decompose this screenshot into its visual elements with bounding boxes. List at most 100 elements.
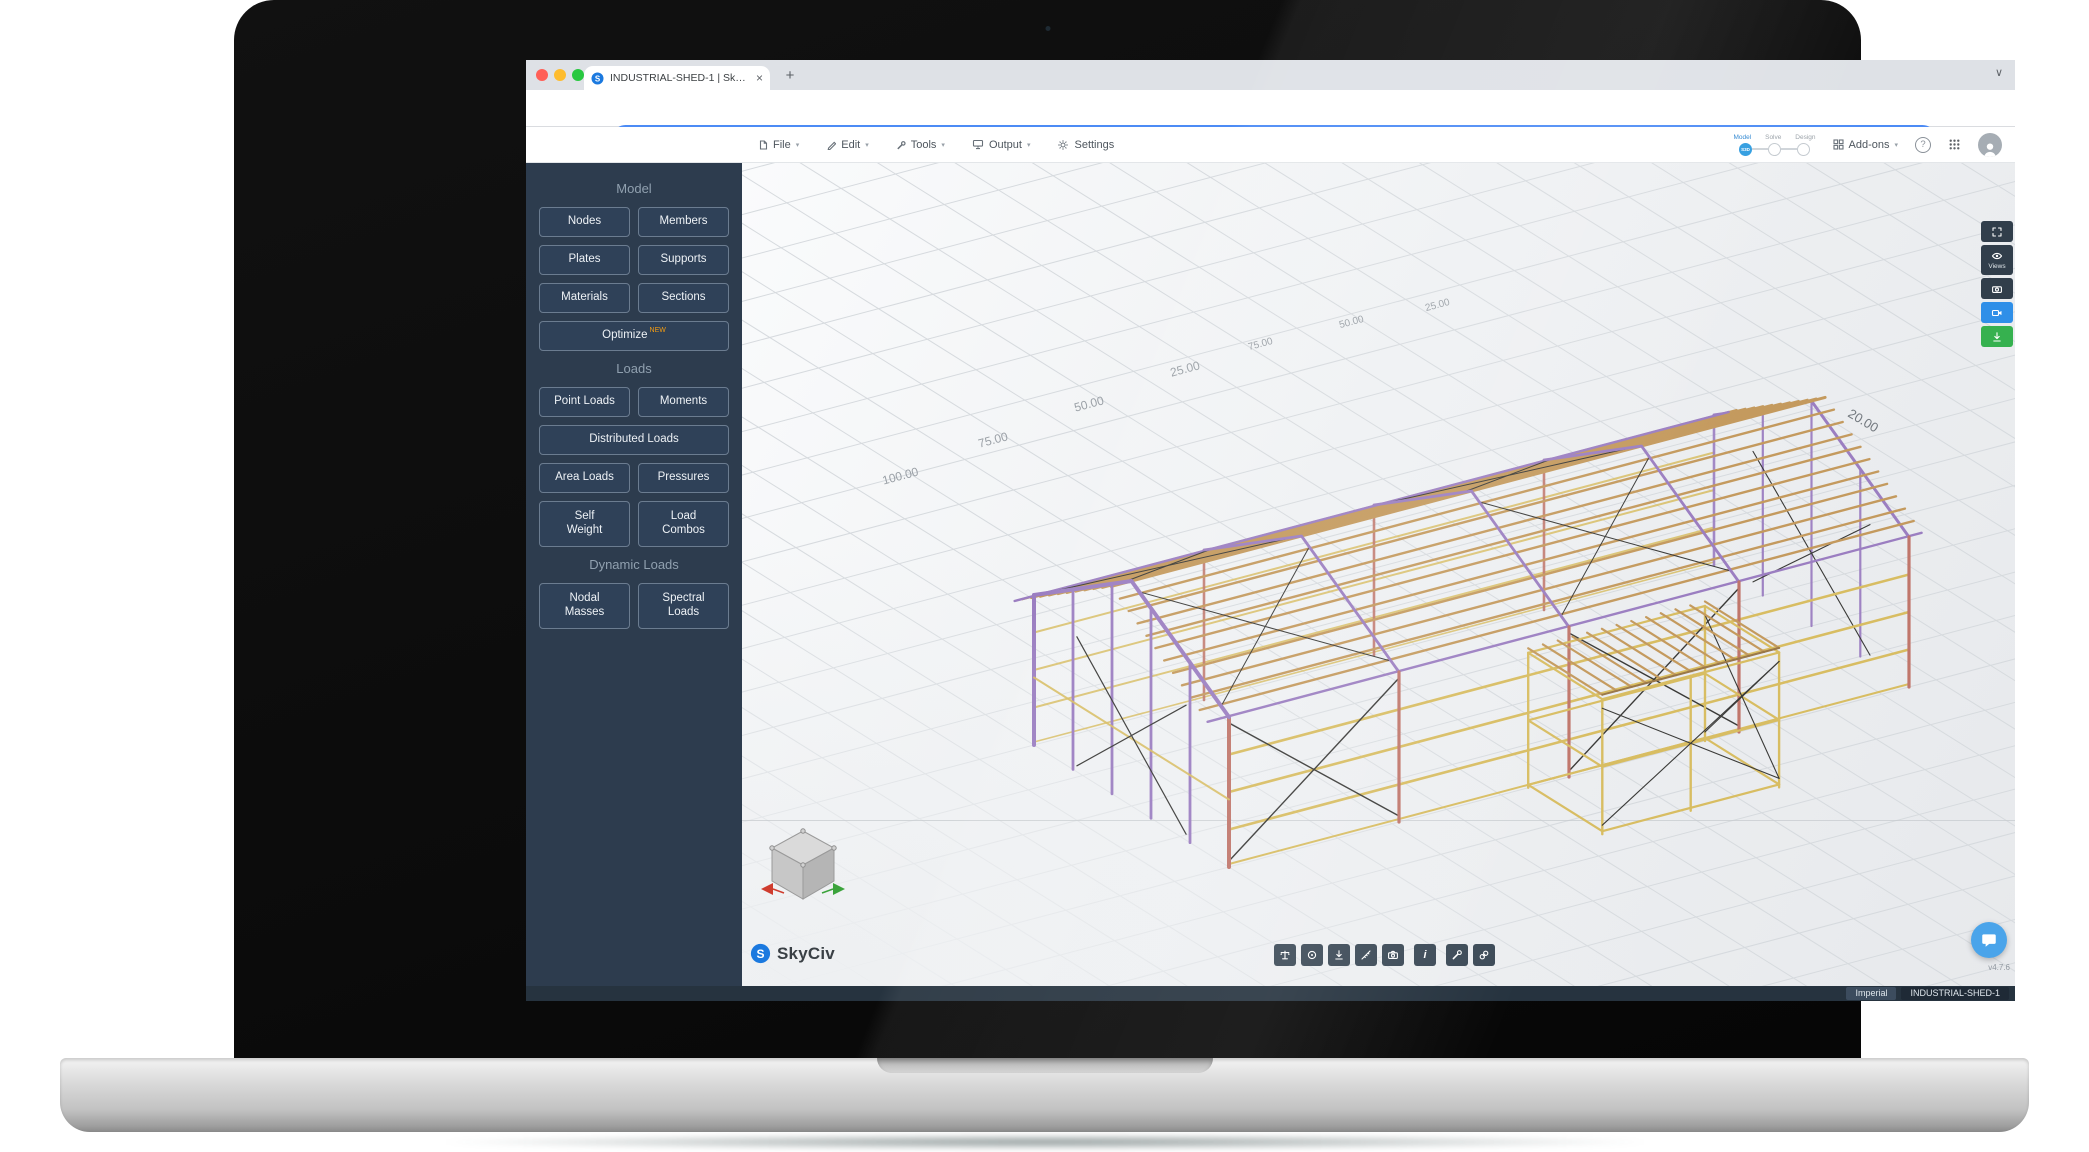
addons-menu[interactable]: Add-ons ▾	[1833, 139, 1899, 151]
chat-support-button[interactable]	[1971, 922, 2007, 958]
repair-tool-button[interactable]	[1446, 944, 1468, 966]
loads-buttons-grid: Point Loads Moments Distributed Loads Ar…	[526, 387, 742, 547]
chevron-down-icon: ▾	[1894, 141, 1898, 149]
info-button[interactable]: i	[1414, 944, 1436, 966]
person-icon	[1981, 141, 1999, 157]
window-close-button[interactable]	[536, 69, 548, 81]
sidebar-section-title-model: Model	[526, 181, 742, 196]
sidebar-button-spectral-loads[interactable]: Spectral Loads	[638, 583, 729, 629]
app-version: v4.7.6	[1988, 963, 2010, 972]
views-label: Views	[1988, 263, 2005, 270]
skyciv-favicon: S	[591, 72, 604, 85]
stepper-connector	[1752, 148, 1768, 150]
chevron-down-icon: ▾	[941, 141, 945, 149]
download-button[interactable]	[1328, 944, 1350, 966]
apps-grid-icon	[1948, 138, 1961, 151]
stepper-step-model[interactable]: S3D	[1739, 143, 1752, 156]
sidebar-button-optimize[interactable]: Optimize NEW	[539, 321, 729, 351]
chat-bubble-icon	[1980, 932, 1998, 948]
user-avatar[interactable]	[1978, 133, 2002, 157]
dynamic-buttons-grid: Nodal Masses Spectral Loads	[526, 583, 742, 629]
ruler-button[interactable]	[1355, 944, 1377, 966]
stepper-label-model: Model	[1734, 134, 1752, 141]
stepper-step-design[interactable]	[1797, 143, 1810, 156]
sidebar-button-area-loads[interactable]: Area Loads	[539, 463, 630, 493]
menu-edit-label: Edit	[841, 139, 860, 151]
view-cube[interactable]	[758, 823, 848, 907]
app-menubar: File ▾ Edit ▾ Tools ▾	[526, 127, 2015, 163]
addons-label: Add-ons	[1849, 139, 1890, 151]
sidebar-button-supports[interactable]: Supports	[638, 245, 729, 275]
menu-settings[interactable]: Settings	[1057, 139, 1114, 151]
laptop-shadow	[430, 1134, 1660, 1150]
skyciv-logo-icon: S	[750, 943, 771, 964]
menu-settings-label: Settings	[1074, 139, 1114, 151]
svg-text:S: S	[595, 74, 601, 83]
viewport-3d[interactable]: 100.00 75.00 50.00 25.00 75.00 50.00 25.…	[742, 163, 2015, 986]
load-scale-button[interactable]	[1274, 944, 1296, 966]
units-badge[interactable]: Imperial	[1846, 987, 1896, 1000]
stepper-label-solve: Solve	[1765, 134, 1781, 141]
menu-edit[interactable]: Edit ▾	[826, 139, 868, 151]
tab-search-button[interactable]: ∨	[1995, 66, 2003, 79]
sidebar-button-nodal-masses[interactable]: Nodal Masses	[539, 583, 630, 629]
menu-tools-label: Tools	[911, 139, 937, 151]
sidebar-button-sections[interactable]: Sections	[638, 283, 729, 313]
orbit-button[interactable]	[1301, 944, 1323, 966]
webcam-dot	[1045, 26, 1050, 31]
structure-model[interactable]	[742, 163, 2015, 986]
menu-file-label: File	[773, 139, 791, 151]
stepper-connector	[1781, 148, 1797, 150]
sidebar-button-distributed-loads[interactable]: Distributed Loads	[539, 425, 729, 455]
browser-toolbar: ← → ↻ platform.skyciv.com /structural?pr…	[526, 90, 2015, 127]
sidebar-button-members[interactable]: Members	[638, 207, 729, 237]
chevron-down-icon: ▾	[796, 141, 800, 149]
browser-tabstrip: S INDUSTRIAL-SHED-1 | SkyCiv × + ∨	[526, 60, 2015, 90]
sidebar-section-title-dynamic-loads: Dynamic Loads	[526, 557, 742, 572]
window-zoom-button[interactable]	[572, 69, 584, 81]
grid-icon	[1833, 139, 1844, 150]
skyciv-logo: S SkyCiv	[750, 943, 835, 964]
window-minimize-button[interactable]	[554, 69, 566, 81]
sidebar-button-pressures[interactable]: Pressures	[638, 463, 729, 493]
optimize-new-badge: NEW	[650, 327, 666, 335]
laptop-base	[60, 1058, 2029, 1132]
laptop-notch	[877, 1058, 1213, 1073]
stepper-step-solve[interactable]	[1768, 143, 1781, 156]
menu-output-label: Output	[989, 139, 1022, 151]
help-label: ?	[1920, 139, 1925, 150]
workflow-stepper: Model Solve Design S3D	[1734, 134, 1816, 156]
share-link-button[interactable]	[1473, 944, 1495, 966]
menu-tools[interactable]: Tools ▾	[896, 139, 945, 151]
export-button[interactable]	[1981, 326, 2013, 347]
apps-grid-button[interactable]	[1948, 138, 1961, 151]
menu-file[interactable]: File ▾	[758, 139, 799, 151]
screenshot-button[interactable]	[1382, 944, 1404, 966]
status-bar: Imperial INDUSTRIAL-SHED-1	[526, 986, 2015, 1001]
views-button[interactable]: Views	[1981, 245, 2013, 275]
tab-close-button[interactable]: ×	[756, 72, 763, 84]
sidebar-button-load-combos[interactable]: Load Combos	[638, 501, 729, 547]
viewport-bottom-toolbar: i	[1274, 944, 1495, 966]
camera-view-button[interactable]	[1981, 278, 2013, 299]
appbar-right-cluster: Model Solve Design S3D	[1734, 133, 2016, 157]
sidebar-button-point-loads[interactable]: Point Loads	[539, 387, 630, 417]
new-tab-button[interactable]: +	[780, 65, 800, 85]
monitor-icon	[972, 139, 984, 150]
sidebar-button-nodes[interactable]: Nodes	[539, 207, 630, 237]
wrench-icon	[896, 140, 906, 150]
render-view-button[interactable]	[1981, 302, 2013, 323]
project-name-badge[interactable]: INDUSTRIAL-SHED-1	[1901, 987, 2009, 1000]
expand-view-button[interactable]	[1981, 221, 2013, 242]
sidebar-button-materials[interactable]: Materials	[539, 283, 630, 313]
menu-output[interactable]: Output ▾	[972, 139, 1031, 151]
sidebar-button-moments[interactable]: Moments	[638, 387, 729, 417]
stepper-label-design: Design	[1795, 134, 1815, 141]
svg-text:S: S	[756, 947, 764, 961]
sidebar-button-plates[interactable]: Plates	[539, 245, 630, 275]
browser-tab[interactable]: S INDUSTRIAL-SHED-1 | SkyCiv ×	[584, 66, 770, 90]
help-button[interactable]: ?	[1915, 137, 1931, 153]
sidebar-button-self-weight[interactable]: Self Weight	[539, 501, 630, 547]
sidebar-section-title-loads: Loads	[526, 361, 742, 376]
viewport-right-toolbar: Views	[1981, 221, 2013, 347]
